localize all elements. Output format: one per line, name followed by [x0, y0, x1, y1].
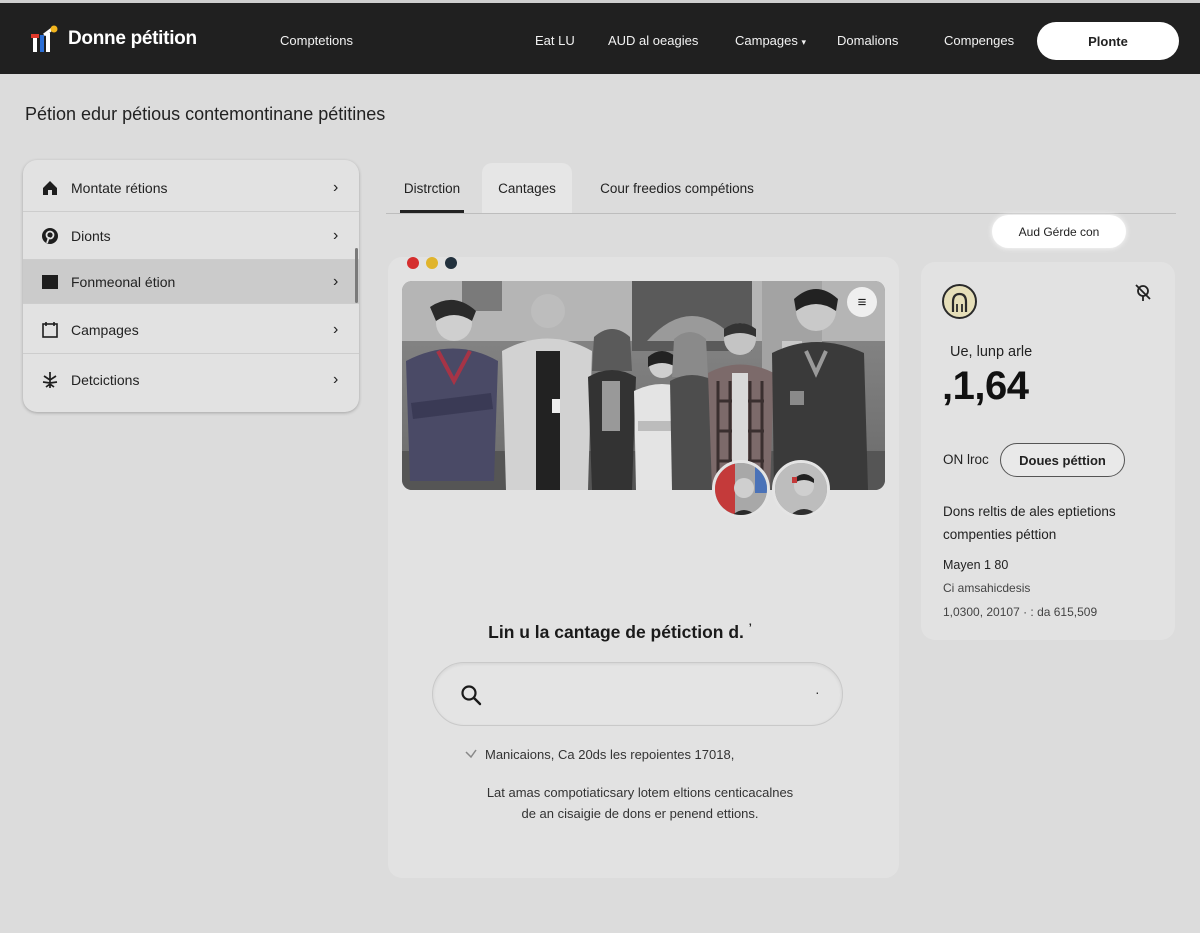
nav-link-eat-lu[interactable]: Eat LU — [535, 33, 575, 48]
page-title: Pétion edur pétious contemontinane pétit… — [25, 104, 386, 124]
aud-gerde-button[interactable]: Aud Gérde con — [992, 215, 1126, 248]
sidebar-item-label: Dionts — [71, 227, 111, 244]
tab-cour-freedios[interactable]: Cour freedios compétions — [580, 163, 774, 213]
tab-bar: Distrction Cantages Cour freedios compét… — [386, 163, 1176, 214]
search-dot: · — [815, 684, 820, 700]
square-icon — [41, 273, 59, 291]
check-line: Manicaions, Ca 20ds les repoientes 17018… — [465, 747, 734, 762]
brand-logo-icon — [30, 25, 60, 53]
top-navigation-bar: Donne pétition Comptetions Eat LU AUD al… — [0, 0, 1200, 74]
tab-distrction[interactable]: Distrction — [386, 163, 478, 213]
nav-link-comptetions[interactable]: Comptetions — [280, 33, 353, 48]
card-description-line-1: Lat amas compotiaticsary lotem eltions c… — [486, 785, 794, 800]
nav-link-domalions[interactable]: Domalions — [837, 33, 898, 48]
window-dot-yellow — [426, 257, 438, 269]
chevron-right-icon: › — [333, 320, 339, 338]
sidebar-item-detcictions[interactable]: Detcictions › — [23, 356, 359, 404]
search-input[interactable] — [432, 662, 843, 726]
stats-value: ‚1,64 — [942, 364, 1029, 408]
stats-description: Dons reltis de ales eptietions compentie… — [943, 504, 1116, 542]
chevron-right-icon: › — [333, 272, 339, 290]
check-line-text: Manicaions, Ca 20ds les repoientes 17018… — [485, 747, 735, 762]
nav-cta-button[interactable]: Plonte — [1037, 22, 1179, 60]
group-photo — [402, 281, 885, 490]
brand-name: Donne pétition — [68, 28, 197, 49]
brand[interactable]: Donne pétition — [30, 25, 197, 53]
tab-cantages[interactable]: Cantages — [482, 163, 572, 213]
nav-link-campages-label: Campages — [735, 33, 798, 48]
home-icon — [41, 179, 59, 197]
sidebar: Montate rétions › Dionts › Fonmeonal éti… — [23, 160, 359, 412]
avatar[interactable] — [772, 460, 830, 518]
menu-icon[interactable]: ≡ — [847, 287, 877, 317]
nav-link-compenges[interactable]: Compenges — [944, 33, 1014, 48]
chevron-right-icon: › — [333, 371, 339, 388]
doues-petition-button[interactable]: Doues péttion — [1000, 443, 1125, 477]
active-tab-indicator — [400, 210, 464, 213]
window-dot-dark — [445, 257, 457, 269]
avatar[interactable] — [712, 460, 770, 518]
chevron-down-icon: ▾ — [801, 37, 807, 47]
sidebar-scrollbar[interactable] — [355, 248, 358, 303]
search-icon[interactable] — [460, 684, 482, 706]
nav-link-campages[interactable]: Campages ▾ — [735, 33, 806, 48]
stats-meta-primary: Mayen 1 80 — [943, 558, 1009, 572]
nav-link-aud[interactable]: AUD al oeagies — [608, 33, 698, 48]
chevron-right-icon: › — [333, 226, 339, 244]
card-heading-text: Lin u la cantage de pétiction d. — [488, 622, 744, 642]
sidebar-item-montate[interactable]: Montate rétions › — [23, 164, 359, 212]
chevron-right-icon: › — [333, 178, 339, 196]
stats-meta-secondary: Ci amsahicdesis — [943, 581, 1031, 595]
sidebar-item-label: Campages — [71, 321, 139, 338]
card-heading-mark: ’ — [748, 622, 752, 635]
stats-label: ON lroc — [943, 452, 989, 467]
sidebar-item-dionts[interactable]: Dionts › — [23, 212, 359, 260]
sidebar-item-campages[interactable]: Campages › — [23, 306, 359, 354]
sidebar-item-label: Fonmeonal étion — [71, 273, 176, 290]
card-heading: Lin u la cantage de pétiction d. ’ — [400, 622, 840, 643]
card-description-line-2: de an cisaigie de dons er penend ettions… — [521, 806, 759, 821]
sidebar-item-label: Detcictions — [71, 372, 140, 388]
pinterest-icon — [41, 227, 59, 245]
sidebar-item-label: Montate rétions — [71, 179, 168, 196]
sidebar-item-fonmeonal[interactable]: Fonmeonal étion › — [23, 260, 359, 304]
stats-meta-tertiary: 1,0300, 20107 · : da 615,509 — [943, 605, 1098, 619]
stats-subtitle: Ue, lunp arle — [950, 344, 1033, 360]
calendar-icon — [41, 321, 59, 339]
chevron-check-icon — [465, 747, 477, 762]
pin-off-icon[interactable] — [1133, 282, 1153, 302]
card-description: Lat amas compotiaticsary lotem eltions c… — [450, 782, 830, 824]
tree-icon — [41, 371, 59, 389]
window-dot-red — [407, 257, 419, 269]
profile-icon — [942, 284, 977, 319]
